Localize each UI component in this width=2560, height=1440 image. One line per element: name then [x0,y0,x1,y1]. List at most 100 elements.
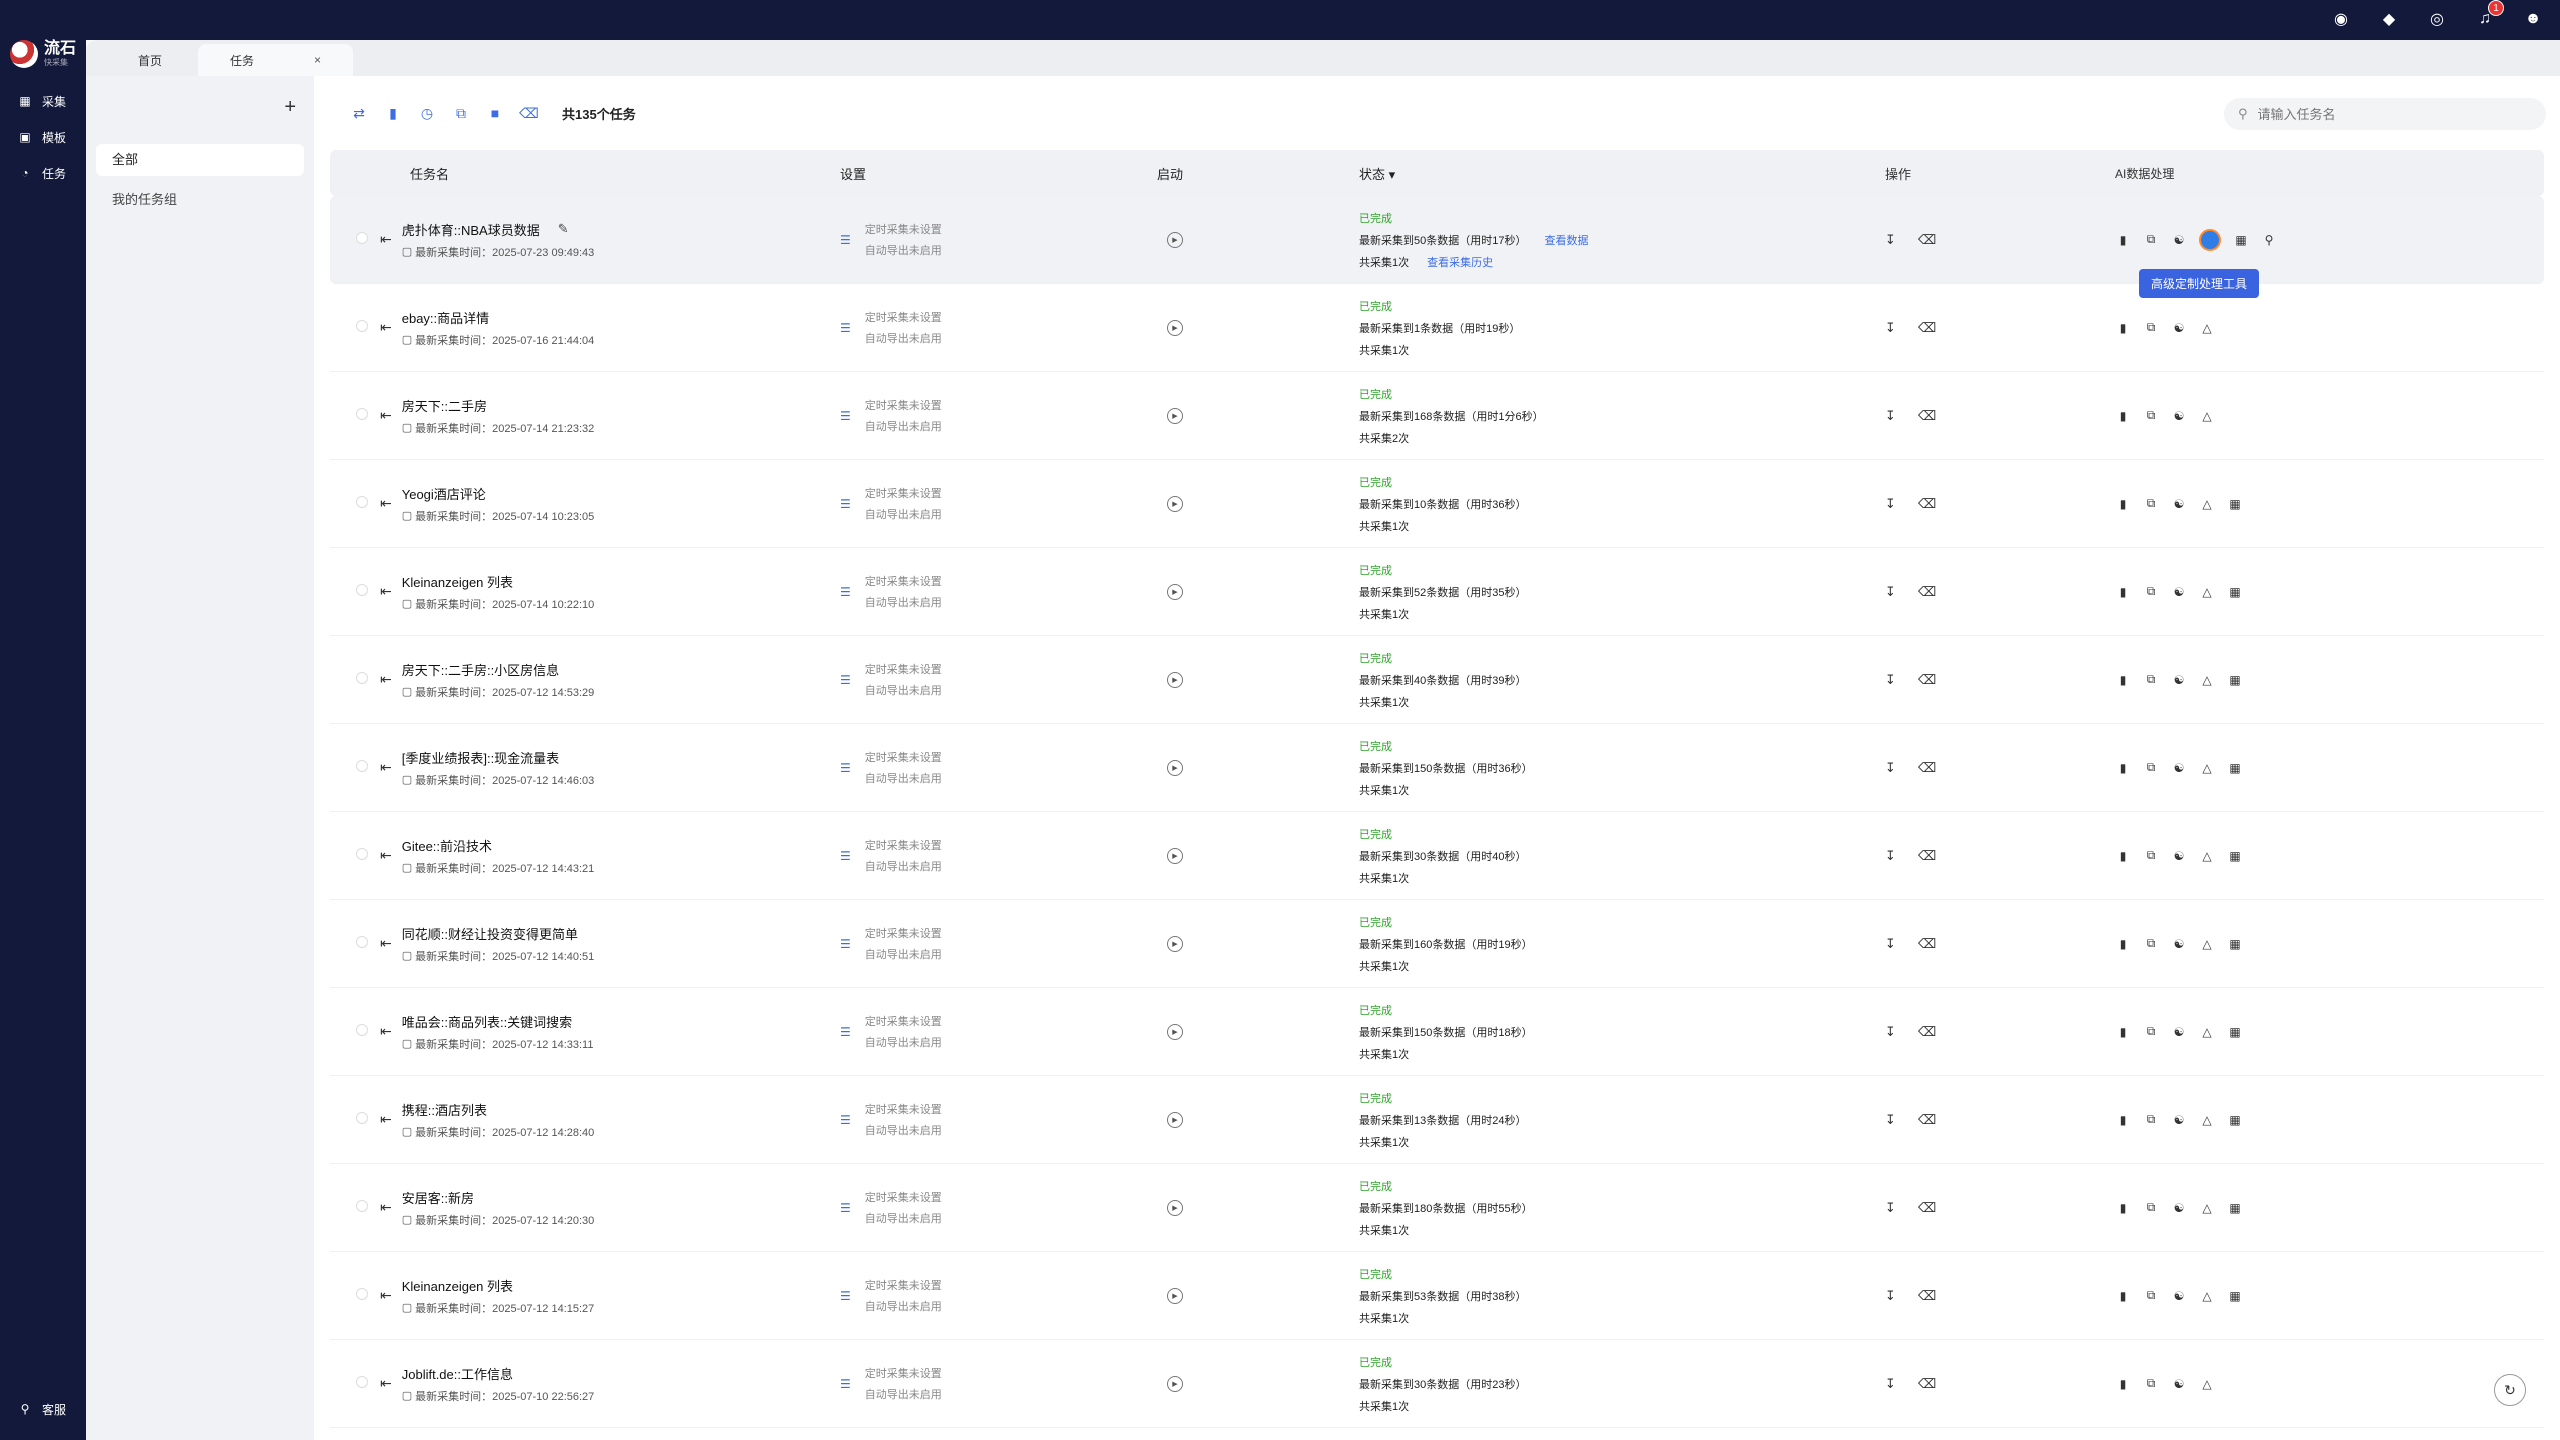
task-name[interactable]: Kleinanzeigen 列表 [402,1276,595,1295]
table-row[interactable]: ⇤ Gitee::前沿技术 ▢ 最新采集时间：2025-07-12 14:43:2… [330,812,2544,900]
tool-icon[interactable]: ▦ [2227,496,2243,512]
convert-icon[interactable]: ⧉ [2143,1112,2159,1128]
search-box[interactable]: ⚲ [2224,98,2546,130]
clean-icon[interactable]: ☯ [2171,1024,2187,1040]
row-checkbox[interactable] [330,1112,370,1127]
delete-icon[interactable]: ⌫ [1918,1376,1936,1392]
group-item-all[interactable]: 全部 [96,144,304,176]
warning-icon[interactable]: △ [2199,1288,2215,1304]
download-icon[interactable]: ↧ [1885,1288,1896,1304]
play-icon[interactable]: ▶ [1167,935,1183,952]
pin-icon[interactable]: ⇤ [380,759,392,776]
delete-icon[interactable]: ⌫ [1918,936,1936,952]
warning-icon[interactable]: △ [2199,496,2215,512]
tool-icon[interactable]: ▦ [2233,232,2249,248]
row-checkbox[interactable] [330,672,370,687]
warning-icon[interactable]: △ [2199,584,2215,600]
row-checkbox[interactable] [330,760,370,775]
view-data-link[interactable]: 查看数据 [1544,235,1588,247]
chart-icon[interactable]: ▮ [2115,408,2131,424]
task-name[interactable]: 安居客::新房 [402,1188,595,1207]
chart-icon[interactable]: ▮ [2115,1200,2131,1216]
task-name[interactable]: ebay::商品详情 [402,308,595,327]
download-icon[interactable]: ↧ [1885,936,1896,952]
delete-icon[interactable]: ⌫ [1918,672,1936,688]
clean-icon[interactable]: ☯ [2171,1200,2187,1216]
pin-icon[interactable]: ⇤ [380,1023,392,1040]
row-checkbox[interactable] [330,1024,370,1039]
download-icon[interactable]: ↧ [1885,1200,1896,1216]
pin-icon[interactable]: ⇤ [380,1287,392,1304]
delete-icon[interactable]: ⌫ [1918,584,1936,600]
delete-icon[interactable]: ⌫ [1918,760,1936,776]
download-icon[interactable]: ↧ [1885,848,1896,864]
pin-icon[interactable]: ⇤ [380,1111,392,1128]
pin-icon[interactable]: ⇤ [380,231,392,248]
warning-icon[interactable]: △ [2199,408,2215,424]
play-icon[interactable]: ▶ [1167,495,1183,512]
download-icon[interactable]: ↧ [1885,232,1896,248]
task-name[interactable]: 唯品会::商品列表::关键词搜索 [402,1012,594,1031]
task-name[interactable]: Yeogi酒店评论 [402,484,595,503]
rail-item-support[interactable]: ⚲ 客服 [16,1400,66,1418]
play-icon[interactable]: ▶ [1167,1023,1183,1040]
search-icon[interactable]: ⚲ [2261,232,2277,248]
chart-icon[interactable]: ▮ [2115,672,2131,688]
tool-icon[interactable]: ▦ [2227,936,2243,952]
table-row[interactable]: ⇤ 携程::酒店列表 ▢ 最新采集时间：2025-07-12 14:28:40 ☰… [330,1076,2544,1164]
delete-icon[interactable]: ⌫ [1918,1112,1936,1128]
clean-icon[interactable]: ☯ [2171,1288,2187,1304]
row-checkbox[interactable] [330,408,370,423]
convert-icon[interactable]: ⧉ [2143,848,2159,864]
warning-icon[interactable]: △ [2199,1024,2215,1040]
list-icon[interactable]: ☰ [840,497,851,511]
play-icon[interactable]: ▶ [1167,671,1183,688]
convert-icon[interactable]: ⧉ [2143,936,2159,952]
warning-icon[interactable]: △ [2199,760,2215,776]
chart-icon[interactable]: ▮ [2115,232,2131,248]
delete-icon[interactable]: ⌫ [1918,320,1936,336]
list-icon[interactable]: ☰ [840,1201,851,1215]
play-icon[interactable]: ▶ [1167,231,1183,248]
tool-icon[interactable]: ▦ [2227,1200,2243,1216]
delete-icon[interactable]: ⌫ [1918,1288,1936,1304]
download-icon[interactable]: ↧ [1885,1112,1896,1128]
clean-icon[interactable]: ☯ [2171,232,2187,248]
list-icon[interactable]: ☰ [840,673,851,687]
tool-icon[interactable]: ▦ [2227,848,2243,864]
chart-icon[interactable]: ▮ [2115,848,2131,864]
row-checkbox[interactable] [330,1376,370,1391]
search-input[interactable] [2257,106,2518,122]
download-icon[interactable]: ↧ [1885,1376,1896,1392]
convert-icon[interactable]: ⧉ [2143,1288,2159,1304]
close-icon[interactable]: × [314,53,321,67]
list-icon[interactable]: ☰ [840,1113,851,1127]
pin-icon[interactable]: ⇤ [380,495,392,512]
list-icon[interactable]: ☰ [840,321,851,335]
delete-icon[interactable]: ⌫ [1918,848,1936,864]
play-icon[interactable]: ▶ [1167,1287,1183,1304]
table-row[interactable]: ⇤ 房天下::二手房::小区房信息 ▢ 最新采集时间：2025-07-12 14:… [330,636,2544,724]
chart-icon[interactable]: ▮ [2115,936,2131,952]
play-icon[interactable]: ▶ [1167,1375,1183,1392]
list-icon[interactable]: ☰ [840,761,851,775]
pin-icon[interactable]: ⇤ [380,935,392,952]
table-row[interactable]: ⇤ 同花顺::财经让投资变得更简单 ▢ 最新采集时间：2025-07-12 14:… [330,900,2544,988]
clean-icon[interactable]: ☯ [2171,1376,2187,1392]
table-row[interactable]: ⇤ 安居客::新房 ▢ 最新采集时间：2025-07-12 14:20:30 ☰ … [330,1164,2544,1252]
table-row[interactable]: ⇤ 房天下::二手房 ▢ 最新采集时间：2025-07-14 21:23:32 ☰… [330,372,2544,460]
coin-bag-icon[interactable]: ◉ [2328,6,2354,32]
list-icon[interactable]: ☰ [840,585,851,599]
chart-icon[interactable]: ▮ [2115,1376,2131,1392]
tool-icon[interactable]: ▦ [2227,672,2243,688]
copy-icon[interactable]: ⧉ [452,104,470,122]
convert-icon[interactable]: ⧉ [2143,584,2159,600]
convert-icon[interactable]: ⧉ [2143,408,2159,424]
warning-icon[interactable]: △ [2199,1112,2215,1128]
swap-icon[interactable]: ⇄ [350,104,368,122]
play-icon[interactable]: ▶ [1167,1199,1183,1216]
delete-icon[interactable]: ⌫ [1918,496,1936,512]
convert-icon[interactable]: ⧉ [2143,672,2159,688]
task-name[interactable]: 房天下::二手房::小区房信息 [402,660,595,679]
tool-icon[interactable]: ▦ [2227,1024,2243,1040]
